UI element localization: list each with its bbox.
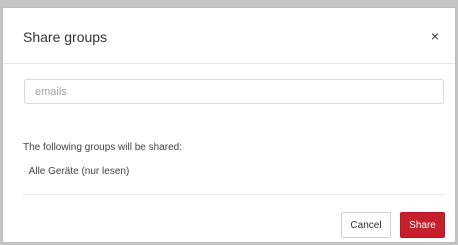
bullet-icon: ·: [23, 167, 26, 176]
dialog-header: Share groups ×: [3, 8, 455, 64]
groups-label: The following groups will be shared:: [23, 142, 182, 153]
close-icon[interactable]: ×: [427, 28, 443, 44]
emails-input[interactable]: [24, 79, 444, 104]
dialog-title: Share groups: [23, 29, 108, 45]
group-name: Alle Geräte (nur lesen): [28, 166, 130, 177]
share-groups-dialog: Share groups × The following groups will…: [2, 7, 456, 243]
footer-divider: [23, 194, 445, 195]
share-button[interactable]: Share: [400, 212, 445, 238]
list-item: · Alle Geräte (nur lesen): [23, 166, 129, 177]
cancel-button[interactable]: Cancel: [341, 212, 391, 238]
